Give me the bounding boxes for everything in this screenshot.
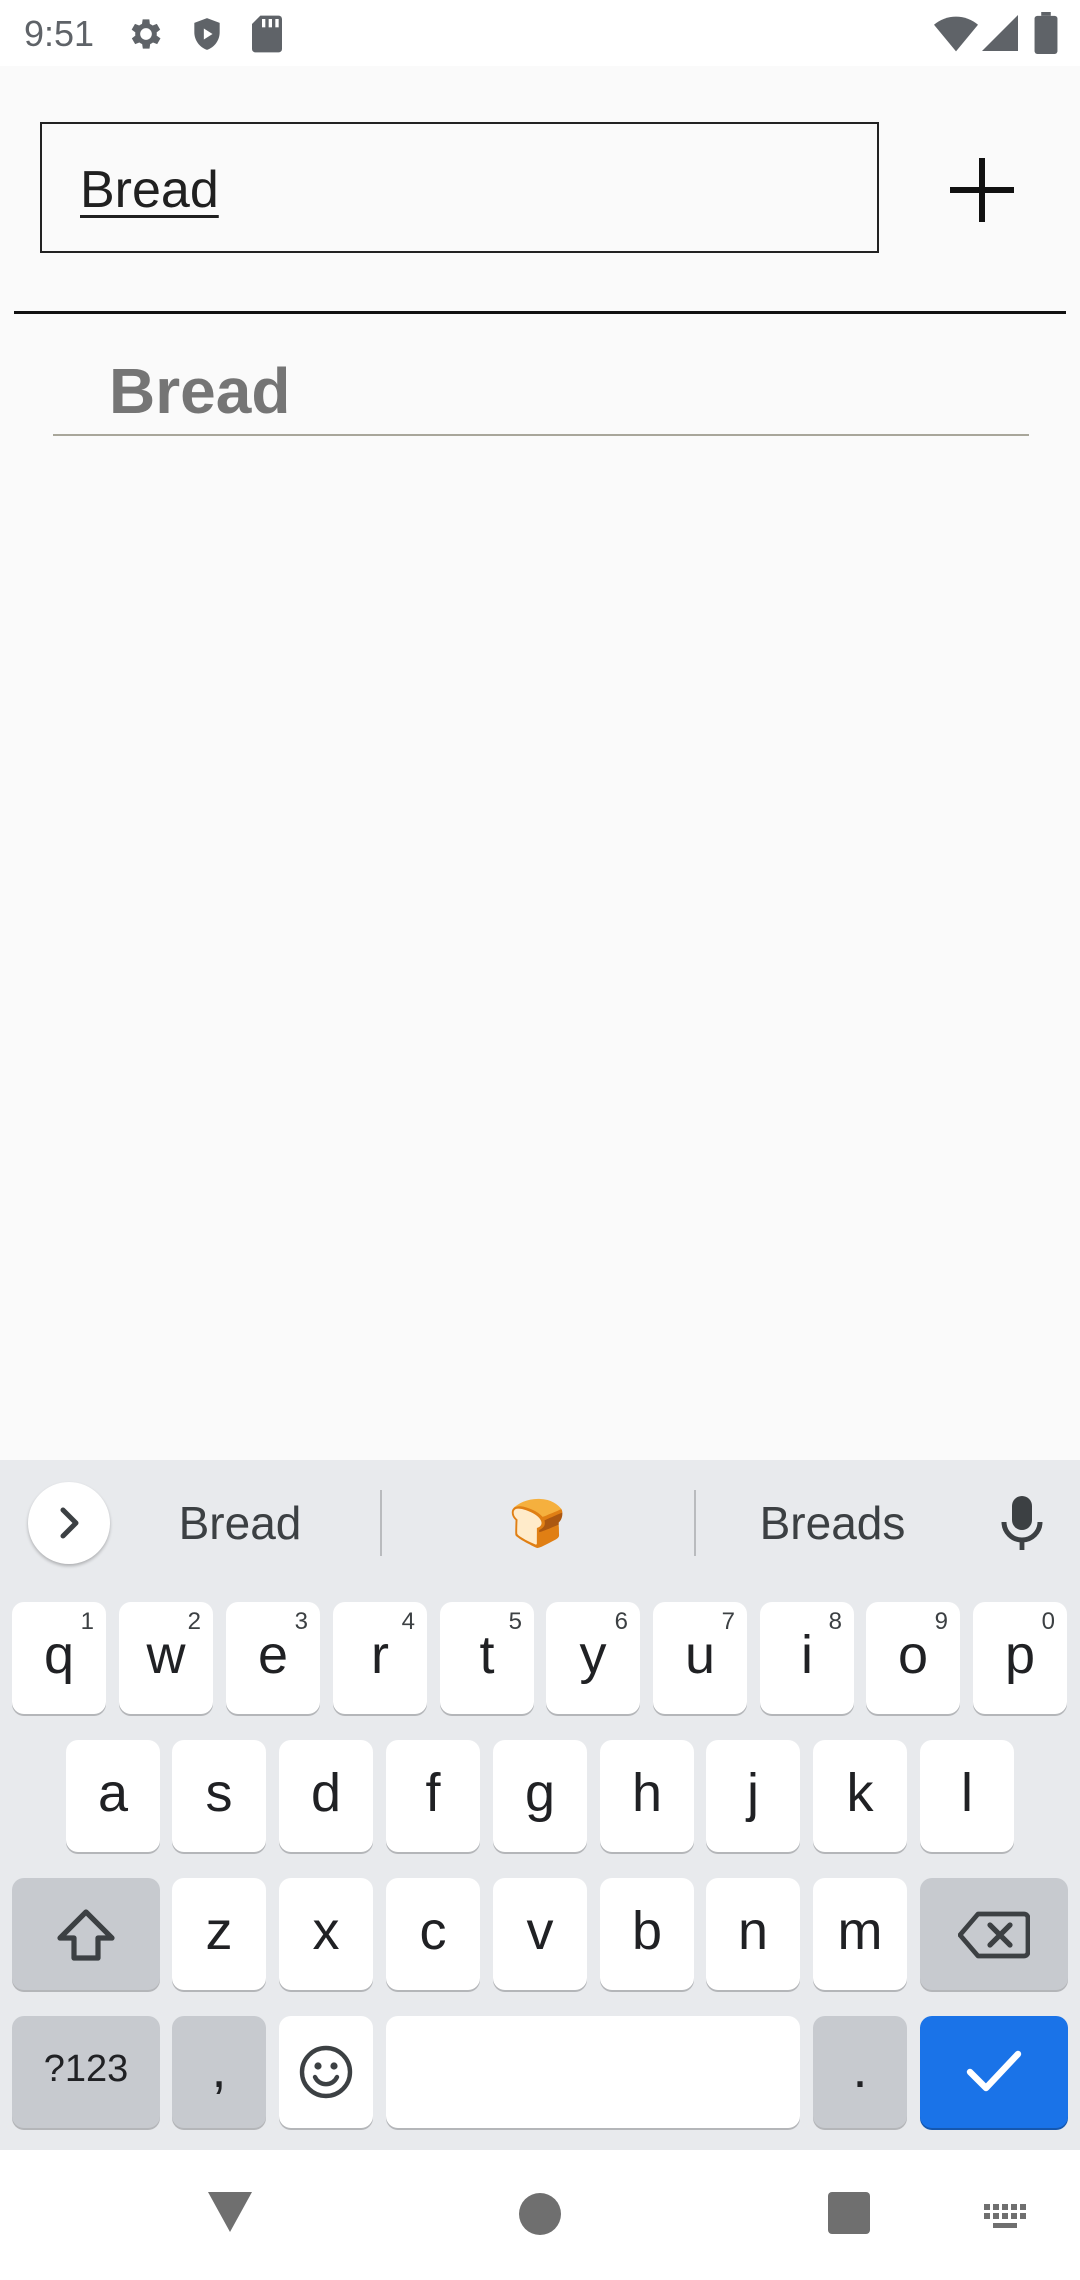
key-f[interactable]: f — [386, 1740, 480, 1852]
key-q[interactable]: q1 — [12, 1602, 106, 1714]
divider — [14, 311, 1066, 314]
status-time: 9:51 — [24, 13, 95, 54]
recents-icon[interactable] — [828, 2192, 870, 2234]
key-label: f — [425, 1763, 441, 1823]
key-label: z — [205, 1901, 233, 1961]
navigation-bar — [0, 2150, 1080, 2280]
key-hint: 8 — [828, 1608, 842, 1635]
key-label: h — [631, 1763, 663, 1823]
key-b[interactable]: b — [600, 1878, 694, 1990]
suggestion-1[interactable]: Bread — [130, 1496, 350, 1550]
key-p[interactable]: p0 — [973, 1602, 1067, 1714]
key-label: , — [211, 2039, 227, 2099]
key-v[interactable]: v — [493, 1878, 587, 1990]
key-hint: 2 — [187, 1608, 201, 1635]
key-label: d — [310, 1763, 342, 1823]
key-t[interactable]: t5 — [440, 1602, 534, 1714]
suggestion-strip: Bread 🍞 Breads — [0, 1460, 1080, 1586]
list-item-label: Bread — [109, 355, 291, 427]
key-label: . — [852, 2039, 868, 2099]
comma-key[interactable]: , — [172, 2016, 266, 2128]
key-e[interactable]: e3 — [226, 1602, 320, 1714]
status-bar: 9:51 — [0, 0, 1080, 66]
key-label: a — [97, 1763, 129, 1823]
key-hint: 9 — [934, 1608, 948, 1635]
signal-icon — [982, 14, 1018, 57]
key-label: n — [737, 1901, 769, 1961]
shift-key[interactable] — [12, 1878, 160, 1990]
back-icon[interactable] — [206, 2190, 254, 2234]
suggestion-3[interactable]: Breads — [720, 1496, 945, 1550]
suggestion-divider — [380, 1490, 382, 1556]
key-n[interactable]: n — [706, 1878, 800, 1990]
backspace-icon — [958, 1911, 1030, 1959]
key-j[interactable]: j — [706, 1740, 800, 1852]
key-y[interactable]: y6 — [546, 1602, 640, 1714]
chevron-right-icon — [60, 1507, 79, 1539]
emoji-key[interactable] — [279, 2016, 373, 2128]
emoji-icon — [299, 2045, 353, 2099]
key-hint: 5 — [508, 1608, 522, 1635]
space-key[interactable] — [386, 2016, 800, 2128]
key-d[interactable]: d — [279, 1740, 373, 1852]
key-label: j — [747, 1763, 759, 1823]
key-i[interactable]: i8 — [760, 1602, 854, 1714]
enter-key[interactable] — [920, 2016, 1068, 2128]
key-hint: 6 — [614, 1608, 628, 1635]
key-a[interactable]: a — [66, 1740, 160, 1852]
key-label: l — [961, 1763, 973, 1823]
key-label: x — [312, 1901, 340, 1961]
keyboard-switch-icon[interactable] — [984, 2204, 1028, 2232]
key-w[interactable]: w2 — [119, 1602, 213, 1714]
key-label: g — [524, 1763, 556, 1823]
checkmark-icon — [966, 2050, 1022, 2092]
key-label: k — [846, 1763, 874, 1823]
key-hint: 0 — [1041, 1608, 1055, 1635]
key-l[interactable]: l — [920, 1740, 1014, 1852]
key-hint: 4 — [401, 1608, 415, 1635]
key-label: s — [205, 1763, 233, 1823]
backspace-key[interactable] — [920, 1878, 1068, 1990]
item-name-input-value: Bread — [80, 161, 219, 219]
keyboard-expand-button[interactable] — [28, 1482, 110, 1564]
soft-keyboard: Bread 🍞 Breads q1 w2 e3 r4 t5 y6 u7 i8 o… — [0, 1460, 1080, 2150]
battery-icon — [1034, 12, 1058, 59]
add-item-button[interactable] — [940, 148, 1024, 232]
key-g[interactable]: g — [493, 1740, 587, 1852]
key-label: b — [631, 1901, 663, 1961]
key-s[interactable]: s — [172, 1740, 266, 1852]
key-label: c — [419, 1901, 447, 1961]
key-u[interactable]: u7 — [653, 1602, 747, 1714]
microphone-icon[interactable] — [998, 1496, 1046, 1557]
list-item[interactable]: Bread — [53, 340, 1029, 436]
sd-card-icon — [250, 14, 284, 59]
period-key[interactable]: . — [813, 2016, 907, 2128]
symbols-key[interactable]: ?123 — [12, 2016, 160, 2128]
key-k[interactable]: k — [813, 1740, 907, 1852]
key-x[interactable]: x — [279, 1878, 373, 1990]
key-c[interactable]: c — [386, 1878, 480, 1990]
key-r[interactable]: r4 — [333, 1602, 427, 1714]
wifi-icon — [934, 14, 978, 57]
plus-icon — [950, 158, 1014, 222]
key-hint: 7 — [721, 1608, 735, 1635]
app-screen: 9:51 Bread Bread Bread 🍞 Breads q 1 w 2 … — [0, 0, 1080, 2280]
item-name-input[interactable]: Bread — [40, 122, 879, 253]
key-hint: 1 — [80, 1608, 94, 1635]
shield-icon — [188, 14, 226, 59]
key-o[interactable]: o9 — [866, 1602, 960, 1714]
key-label: ?123 — [43, 2048, 129, 2090]
suggestion-divider — [694, 1490, 696, 1556]
key-hint: 3 — [294, 1608, 308, 1635]
key-label: m — [837, 1901, 883, 1961]
key-h[interactable]: h — [600, 1740, 694, 1852]
gear-icon — [126, 14, 166, 59]
key-label: v — [526, 1901, 554, 1961]
home-icon[interactable] — [518, 2192, 562, 2236]
key-z[interactable]: z — [172, 1878, 266, 1990]
shift-icon — [57, 1909, 115, 1961]
key-m[interactable]: m — [813, 1878, 907, 1990]
suggestion-2[interactable]: 🍞 — [400, 1496, 675, 1551]
